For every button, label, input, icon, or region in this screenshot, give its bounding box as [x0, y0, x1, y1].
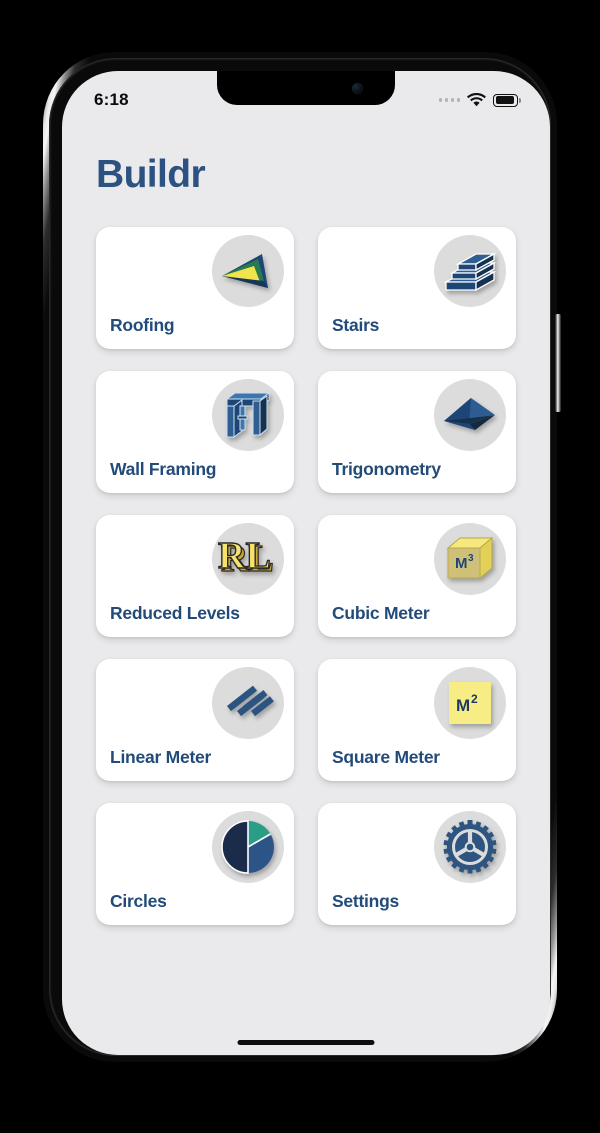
battery-fill: [495, 96, 514, 104]
tile-label: Wall Framing: [110, 459, 217, 479]
page-title: Buildr: [96, 153, 206, 196]
roof-triangle-icon: [212, 235, 284, 307]
rl-letters-icon: RL RL: [212, 523, 284, 595]
pie-chart-icon: [212, 811, 284, 883]
tile-label: Settings: [332, 891, 400, 911]
diagonal-bars-icon: [212, 667, 284, 739]
stairs-icon: [434, 235, 506, 307]
tile-label: Trigonometry: [332, 459, 441, 479]
phone-frame: 6:18 Buildr Roofing Stairs Wall Framing …: [43, 52, 557, 1062]
tile-stairs[interactable]: Stairs: [318, 227, 516, 349]
status-time: 6:18: [94, 90, 129, 109]
tile-label: Square Meter: [332, 747, 440, 767]
tile-label: Cubic Meter: [332, 603, 430, 623]
tile-cubic-meter[interactable]: M 3 Cubic Meter: [318, 515, 516, 637]
home-indicator[interactable]: [237, 1040, 375, 1045]
tile-label: Stairs: [332, 315, 380, 335]
svg-text:M: M: [456, 696, 470, 715]
tile-trigonometry[interactable]: Trigonometry: [318, 371, 516, 493]
svg-text:M: M: [455, 555, 468, 572]
battery-icon: [493, 93, 521, 107]
tile-roofing[interactable]: Roofing: [96, 227, 294, 349]
tile-grid: Roofing Stairs Wall Framing Trigonometry…: [96, 227, 516, 925]
triangle-pyramid-icon: [434, 379, 506, 451]
svg-text:2: 2: [471, 692, 478, 706]
wifi-icon: [467, 93, 486, 107]
svg-text:3: 3: [468, 553, 474, 564]
tile-square-meter[interactable]: M 2 Square Meter: [318, 659, 516, 781]
tile-label: Roofing: [110, 315, 175, 335]
status-indicators: [438, 93, 521, 107]
tile-label: Linear Meter: [110, 747, 212, 767]
front-camera: [352, 83, 363, 94]
phone-screen: 6:18 Buildr Roofing Stairs Wall Framing …: [62, 71, 550, 1055]
gear-icon: [434, 811, 506, 883]
tile-linear-meter[interactable]: Linear Meter: [96, 659, 294, 781]
power-button[interactable]: [555, 314, 561, 412]
tile-reduced-levels[interactable]: RL RL Reduced Levels: [96, 515, 294, 637]
notch: [217, 71, 395, 105]
square-m2-icon: M 2: [434, 667, 506, 739]
tile-settings[interactable]: Settings: [318, 803, 516, 925]
cube-m3-icon: M 3: [434, 523, 506, 595]
tile-wall-framing[interactable]: Wall Framing: [96, 371, 294, 493]
phone-bezel: 6:18 Buildr Roofing Stairs Wall Framing …: [49, 58, 551, 1056]
wall-frame-icon: [212, 379, 284, 451]
signal-dots-icon: [438, 98, 460, 102]
svg-text:RL: RL: [218, 537, 271, 577]
tile-label: Reduced Levels: [110, 603, 240, 623]
tile-label: Circles: [110, 891, 167, 911]
tile-circles[interactable]: Circles: [96, 803, 294, 925]
